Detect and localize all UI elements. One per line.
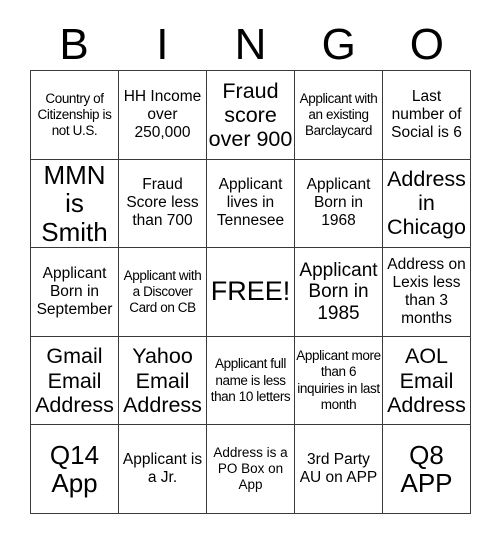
bingo-cell[interactable]: Fraud score over 900: [207, 71, 295, 160]
bingo-cell-label: Applicant with an existing Barclaycard: [299, 90, 378, 138]
bingo-cell[interactable]: Address is a PO Box on App: [207, 425, 295, 514]
bingo-cell-label: Applicant with a Discover Card on CB: [123, 267, 202, 316]
bingo-cell[interactable]: Applicant more than 6 inquiries in last …: [295, 336, 383, 426]
bingo-cell-label: Applicant Born in 1968: [306, 176, 371, 230]
bingo-cell[interactable]: MMN is Smith: [31, 159, 119, 249]
bingo-card: B I N G O Country of Citizenship is not …: [0, 0, 500, 544]
bingo-cell[interactable]: Gmail Email Address: [31, 336, 119, 426]
header-letter-n: N: [234, 20, 267, 69]
bingo-cell[interactable]: Fraud Score less than 700: [119, 159, 207, 249]
bingo-cell-label: Gmail Email Address: [35, 344, 114, 417]
bingo-cell[interactable]: Applicant full name is less than 10 lett…: [207, 336, 295, 426]
bingo-cell[interactable]: Last number of Social is 6: [383, 71, 471, 160]
bingo-cell[interactable]: Applicant Born in 1968: [295, 159, 383, 249]
bingo-cell-label: MMN is Smith: [41, 159, 108, 247]
bingo-cell-label: Address on Lexis less than 3 months: [387, 256, 466, 327]
bingo-cell-label: Q14 App: [49, 439, 100, 499]
bingo-cell-label: Applicant Born in September: [36, 265, 113, 318]
bingo-cell-label: Yahoo Email Address: [123, 344, 202, 417]
bingo-cell[interactable]: 3rd Party AU on APP: [295, 425, 383, 514]
bingo-cell[interactable]: AOL Email Address: [383, 336, 471, 426]
bingo-cell-label: FREE!: [210, 276, 291, 307]
bingo-cell[interactable]: HH Income over 250,000: [119, 71, 207, 160]
bingo-cell-label: Applicant is a Jr.: [122, 451, 203, 487]
bingo-cell-label: Country of Citizenship is not U.S.: [37, 90, 112, 138]
bingo-cell-label: AOL Email Address: [387, 344, 466, 417]
header-letter-b: B: [59, 20, 89, 69]
header-letter-o: O: [409, 20, 445, 69]
bingo-cell-label: Address in Chicago: [387, 167, 466, 240]
bingo-cell[interactable]: Applicant is a Jr.: [119, 425, 207, 514]
bingo-cell-label: Applicant more than 6 inquiries in last …: [296, 348, 381, 412]
bingo-cell-label: Q8 APP: [400, 439, 453, 499]
header-letter-i: I: [156, 20, 169, 69]
bingo-cell[interactable]: Applicant Born in September: [31, 248, 119, 337]
bingo-grid: Country of Citizenship is not U.S. HH Inc…: [30, 70, 471, 514]
bingo-cell-label: HH Income over 250,000: [123, 87, 202, 141]
bingo-cell[interactable]: Applicant lives in Tennesee: [207, 159, 295, 249]
bingo-cell-label: Address is a PO Box on App: [213, 444, 288, 493]
bingo-cell-label: Applicant lives in Tennesee: [216, 176, 285, 230]
bingo-cell[interactable]: Country of Citizenship is not U.S.: [31, 71, 119, 160]
bingo-cell[interactable]: Applicant with a Discover Card on CB: [119, 248, 207, 337]
bingo-header: B I N G O: [30, 14, 471, 68]
bingo-cell-label: Fraud score over 900: [208, 78, 293, 151]
bingo-free-space[interactable]: FREE!: [207, 248, 295, 337]
bingo-cell-label: Applicant full name is less than 10 lett…: [210, 356, 291, 404]
bingo-cell[interactable]: Q8 APP: [383, 425, 471, 514]
bingo-cell-label: Last number of Social is 6: [391, 87, 462, 141]
bingo-cell[interactable]: Address on Lexis less than 3 months: [383, 248, 471, 337]
bingo-cell[interactable]: Q14 App: [31, 425, 119, 514]
bingo-cell[interactable]: Applicant Born in 1985: [295, 248, 383, 337]
bingo-cell[interactable]: Applicant with an existing Barclaycard: [295, 71, 383, 160]
header-letter-g: G: [321, 20, 356, 69]
bingo-cell[interactable]: Address in Chicago: [383, 159, 471, 249]
bingo-cell[interactable]: Yahoo Email Address: [119, 336, 207, 426]
bingo-cell-label: Applicant Born in 1985: [299, 259, 378, 324]
bingo-cell-label: 3rd Party AU on APP: [299, 451, 378, 487]
bingo-cell-label: Fraud Score less than 700: [126, 176, 199, 230]
